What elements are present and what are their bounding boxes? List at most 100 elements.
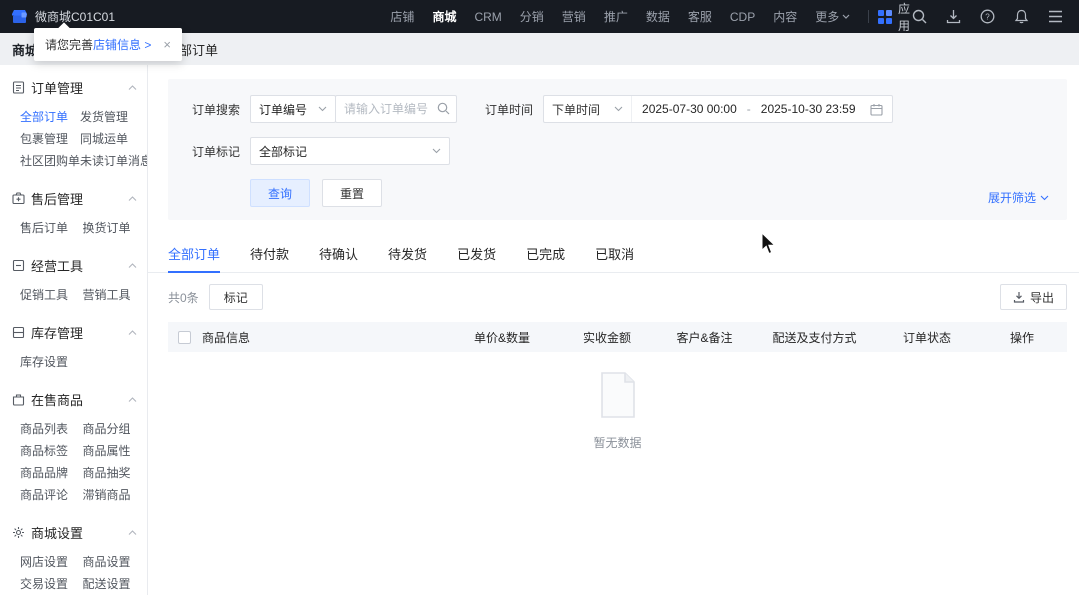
- tools-icon: [12, 259, 25, 272]
- topnav-item[interactable]: 推广: [595, 8, 637, 25]
- sidebar-item[interactable]: 商品标签: [20, 440, 83, 462]
- chevron-down-icon: [614, 106, 623, 112]
- divider: [868, 10, 869, 23]
- time-type-select[interactable]: 下单时间: [544, 96, 632, 122]
- empty-document-icon: [595, 370, 641, 420]
- selected-value: 订单编号: [259, 101, 307, 118]
- order-time-label: 订单时间: [485, 101, 533, 118]
- select-all-checkbox[interactable]: [178, 331, 191, 344]
- sidebar-item[interactable]: 包裹管理: [20, 128, 80, 150]
- topnav-item[interactable]: 店铺: [381, 8, 423, 25]
- chevron-up-icon: [128, 85, 137, 91]
- calendar-icon[interactable]: [870, 103, 883, 116]
- app-logo[interactable]: 微商城C01C01: [0, 8, 196, 25]
- date-end-input[interactable]: 2025-10-30 23:59: [751, 102, 866, 116]
- topnav-more[interactable]: 更多: [806, 8, 859, 25]
- table-header-cell: 配送及支付方式: [752, 329, 877, 346]
- query-button[interactable]: 查询: [250, 179, 310, 207]
- sidebar-item[interactable]: 营销工具: [83, 284, 146, 306]
- sidebar-section-settings[interactable]: 商城设置: [0, 514, 147, 549]
- order-status-tabs: 全部订单 待付款 待确认 待发货 已发货 已完成 已取消: [148, 236, 1079, 273]
- main-content: 订单搜索 订单编号 订单时间 下单时间 2025-07-30 00:00: [148, 65, 1079, 595]
- topnav-item[interactable]: 营销: [553, 8, 595, 25]
- topnav-item[interactable]: CRM: [465, 10, 510, 24]
- chevron-up-icon: [128, 263, 137, 269]
- topnav-item[interactable]: CDP: [721, 10, 764, 24]
- table-header-cell: 订单状态: [877, 329, 977, 346]
- bell-icon[interactable]: [1014, 9, 1029, 24]
- sidebar: 订单管理 全部订单 发货管理 包裹管理 同城运单 社区团购单 未读订单消息 售后…: [0, 65, 148, 595]
- result-count: 共0条: [168, 289, 199, 306]
- order-search-label: 订单搜索: [192, 101, 240, 118]
- section-title: 在售商品: [31, 390, 83, 409]
- sidebar-item[interactable]: 商品属性: [83, 440, 146, 462]
- sidebar-item[interactable]: 库存设置: [20, 351, 83, 373]
- order-search-type-select[interactable]: 订单编号: [250, 95, 336, 123]
- sidebar-section-tools[interactable]: 经营工具: [0, 247, 147, 282]
- table-header-cell: 单价&数量: [447, 329, 557, 346]
- sidebar-item[interactable]: 商品抽奖: [83, 462, 146, 484]
- caret-down-icon: [842, 14, 850, 19]
- order-icon: [12, 81, 25, 94]
- sidebar-item[interactable]: 交易设置: [20, 573, 83, 595]
- chevron-up-icon: [128, 330, 137, 336]
- sidebar-item[interactable]: 配送设置: [83, 573, 146, 595]
- expand-filters-link[interactable]: 展开筛选: [988, 189, 1049, 206]
- download-icon[interactable]: [946, 9, 961, 24]
- sidebar-item[interactable]: 社区团购单: [20, 150, 80, 172]
- reset-button[interactable]: 重置: [322, 179, 382, 207]
- apps-button[interactable]: 应用: [878, 0, 912, 34]
- tab-pending-payment[interactable]: 待付款: [250, 236, 289, 272]
- sidebar-item[interactable]: 售后订单: [20, 217, 83, 239]
- tab-completed[interactable]: 已完成: [526, 236, 565, 272]
- goods-icon: [12, 393, 25, 406]
- menu-icon[interactable]: [1048, 10, 1063, 23]
- sidebar-item[interactable]: 未读订单消息: [80, 150, 148, 172]
- sidebar-item[interactable]: 促销工具: [20, 284, 83, 306]
- mark-button[interactable]: 标记: [209, 284, 263, 310]
- inventory-icon: [12, 326, 25, 339]
- help-icon[interactable]: ?: [980, 9, 995, 24]
- search-icon[interactable]: [912, 9, 927, 24]
- tab-all-orders[interactable]: 全部订单: [168, 236, 220, 272]
- sidebar-item[interactable]: 商品评论: [20, 484, 83, 506]
- sidebar-item-all-orders[interactable]: 全部订单: [20, 106, 80, 128]
- export-button[interactable]: 导出: [1000, 284, 1067, 310]
- sidebar-section-products[interactable]: 在售商品: [0, 381, 147, 416]
- sidebar-item[interactable]: 商品品牌: [20, 462, 83, 484]
- sidebar-section-inventory[interactable]: 库存管理: [0, 314, 147, 349]
- order-tag-select[interactable]: 全部标记: [250, 137, 450, 165]
- svg-text:?: ?: [985, 13, 990, 22]
- tab-shipped[interactable]: 已发货: [457, 236, 496, 272]
- search-icon[interactable]: [437, 102, 450, 115]
- topnav-item[interactable]: 数据: [637, 8, 679, 25]
- tab-pending-shipment[interactable]: 待发货: [388, 236, 427, 272]
- top-nav: 店铺 商城 CRM 分销 营销 推广 数据 客服 CDP 内容 更多 应用: [381, 0, 912, 34]
- sidebar-item[interactable]: 商品分组: [83, 418, 146, 440]
- empty-state: 暂无数据: [168, 352, 1067, 451]
- logo-text: 微商城C01C01: [35, 8, 115, 25]
- topnav-more-label: 更多: [815, 8, 839, 25]
- topnav-item[interactable]: 内容: [764, 8, 806, 25]
- sidebar-item[interactable]: 网店设置: [20, 551, 83, 573]
- tooltip-text: 请您完善: [45, 36, 93, 53]
- topnav-item[interactable]: 客服: [679, 8, 721, 25]
- sidebar-section-aftersale[interactable]: 售后管理: [0, 180, 147, 215]
- topnav-item[interactable]: 分销: [511, 8, 553, 25]
- sidebar-item[interactable]: 换货订单: [83, 217, 146, 239]
- close-icon[interactable]: ×: [163, 37, 171, 52]
- apps-grid-icon: [878, 10, 892, 24]
- topnav-item-active[interactable]: 商城: [423, 8, 465, 25]
- tab-pending-confirm[interactable]: 待确认: [319, 236, 358, 272]
- sidebar-item[interactable]: 发货管理: [80, 106, 148, 128]
- date-start-input[interactable]: 2025-07-30 00:00: [632, 102, 747, 116]
- section-title: 订单管理: [31, 78, 83, 97]
- sidebar-item[interactable]: 滞销商品: [83, 484, 146, 506]
- empty-text: 暂无数据: [168, 434, 1067, 451]
- sidebar-item[interactable]: 同城运单: [80, 128, 148, 150]
- shop-info-link[interactable]: 店铺信息 >: [93, 36, 151, 53]
- sidebar-section-order-management[interactable]: 订单管理: [0, 69, 147, 104]
- sidebar-item[interactable]: 商品设置: [83, 551, 146, 573]
- sidebar-item[interactable]: 商品列表: [20, 418, 83, 440]
- tab-cancelled[interactable]: 已取消: [595, 236, 634, 272]
